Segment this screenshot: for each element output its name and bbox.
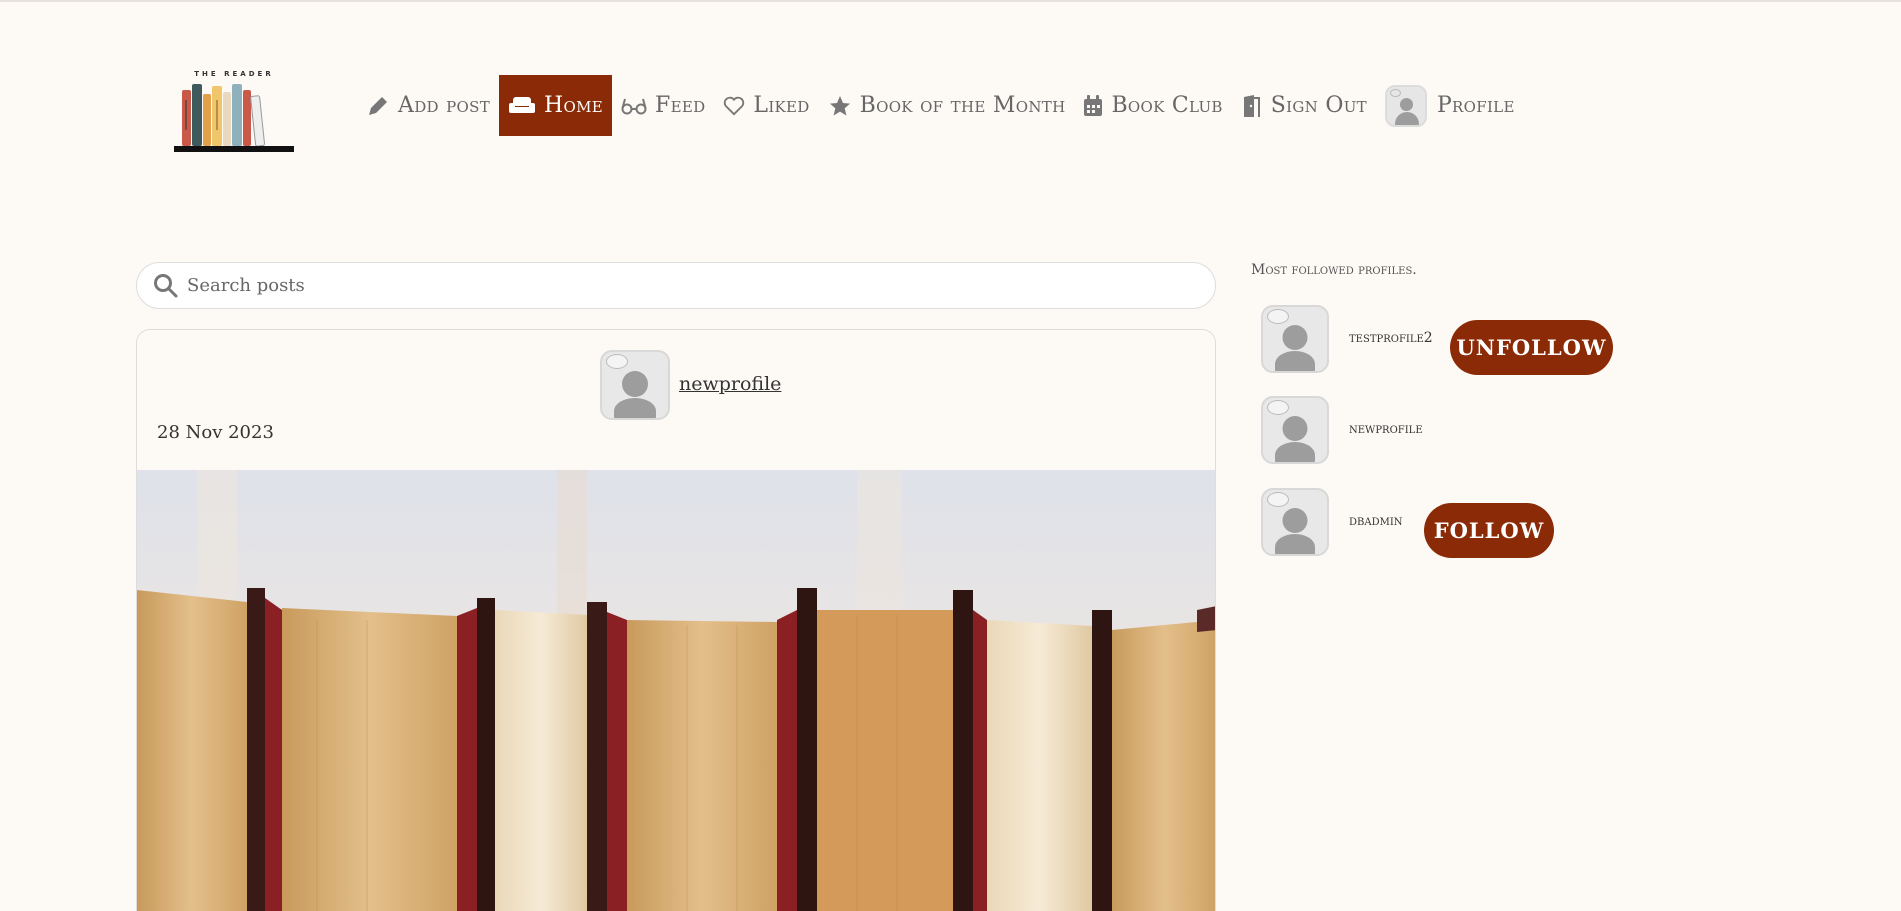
profile-avatar[interactable] xyxy=(1261,396,1329,464)
nav-label: Feed xyxy=(655,93,706,118)
nav-sign-out[interactable]: Sign Out xyxy=(1232,75,1376,136)
nav-book-of-month[interactable]: Book of the Month xyxy=(819,75,1075,136)
most-followed-title: Most followed profiles. xyxy=(1251,262,1417,278)
profile-avatar[interactable] xyxy=(1261,488,1329,556)
profile-name[interactable]: newprofile xyxy=(1349,421,1423,437)
profile-name[interactable]: dbadmin xyxy=(1349,513,1403,529)
search-input[interactable] xyxy=(187,275,1187,296)
star-icon xyxy=(829,95,850,115)
profile-name[interactable]: testprofile2 xyxy=(1349,330,1433,346)
nav-book-club[interactable]: Book Club xyxy=(1074,75,1231,136)
post-image[interactable] xyxy=(137,470,1215,911)
post-date: 28 Nov 2023 xyxy=(157,422,274,443)
calendar-icon xyxy=(1084,94,1103,116)
top-border xyxy=(0,0,1901,2)
nav-label: Book Club xyxy=(1111,93,1223,118)
unfollow-button[interactable]: UNFOLLOW xyxy=(1450,320,1613,375)
avatar-icon xyxy=(1384,84,1427,127)
post-author-avatar[interactable] xyxy=(600,350,670,420)
nav-label: Book of the Month xyxy=(859,93,1066,118)
nav-feed[interactable]: Feed xyxy=(612,75,714,136)
door-icon xyxy=(1243,94,1260,117)
glasses-icon xyxy=(621,98,647,114)
profile-avatar[interactable] xyxy=(1261,305,1329,373)
nav-liked[interactable]: Liked xyxy=(714,75,818,136)
books-photo xyxy=(137,470,1215,911)
post-author-link[interactable]: newprofile xyxy=(679,373,781,395)
search-bar xyxy=(136,262,1216,309)
follow-button[interactable]: FOLLOW xyxy=(1424,503,1554,558)
post-card: newprofile 28 Nov 2023 xyxy=(136,329,1216,911)
heart-icon xyxy=(724,96,745,115)
nav-label: Add post xyxy=(398,93,491,118)
nav-label: Profile xyxy=(1436,93,1515,118)
pen-icon xyxy=(369,96,387,115)
nav-home[interactable]: Home xyxy=(499,75,613,136)
search-icon xyxy=(154,273,178,297)
nav-label: Liked xyxy=(753,93,810,118)
nav-add-post[interactable]: Add post xyxy=(357,75,499,136)
nav-profile[interactable]: Profile xyxy=(1376,75,1524,136)
site-logo[interactable]: THE READER xyxy=(172,70,296,152)
nav-label: Sign Out xyxy=(1270,93,1367,118)
couch-icon xyxy=(509,96,536,113)
main-nav: Add post Home Feed Liked Book of the Mon… xyxy=(357,75,1524,136)
bookshelf-logo-icon xyxy=(174,84,294,152)
nav-label: Home xyxy=(544,93,604,118)
